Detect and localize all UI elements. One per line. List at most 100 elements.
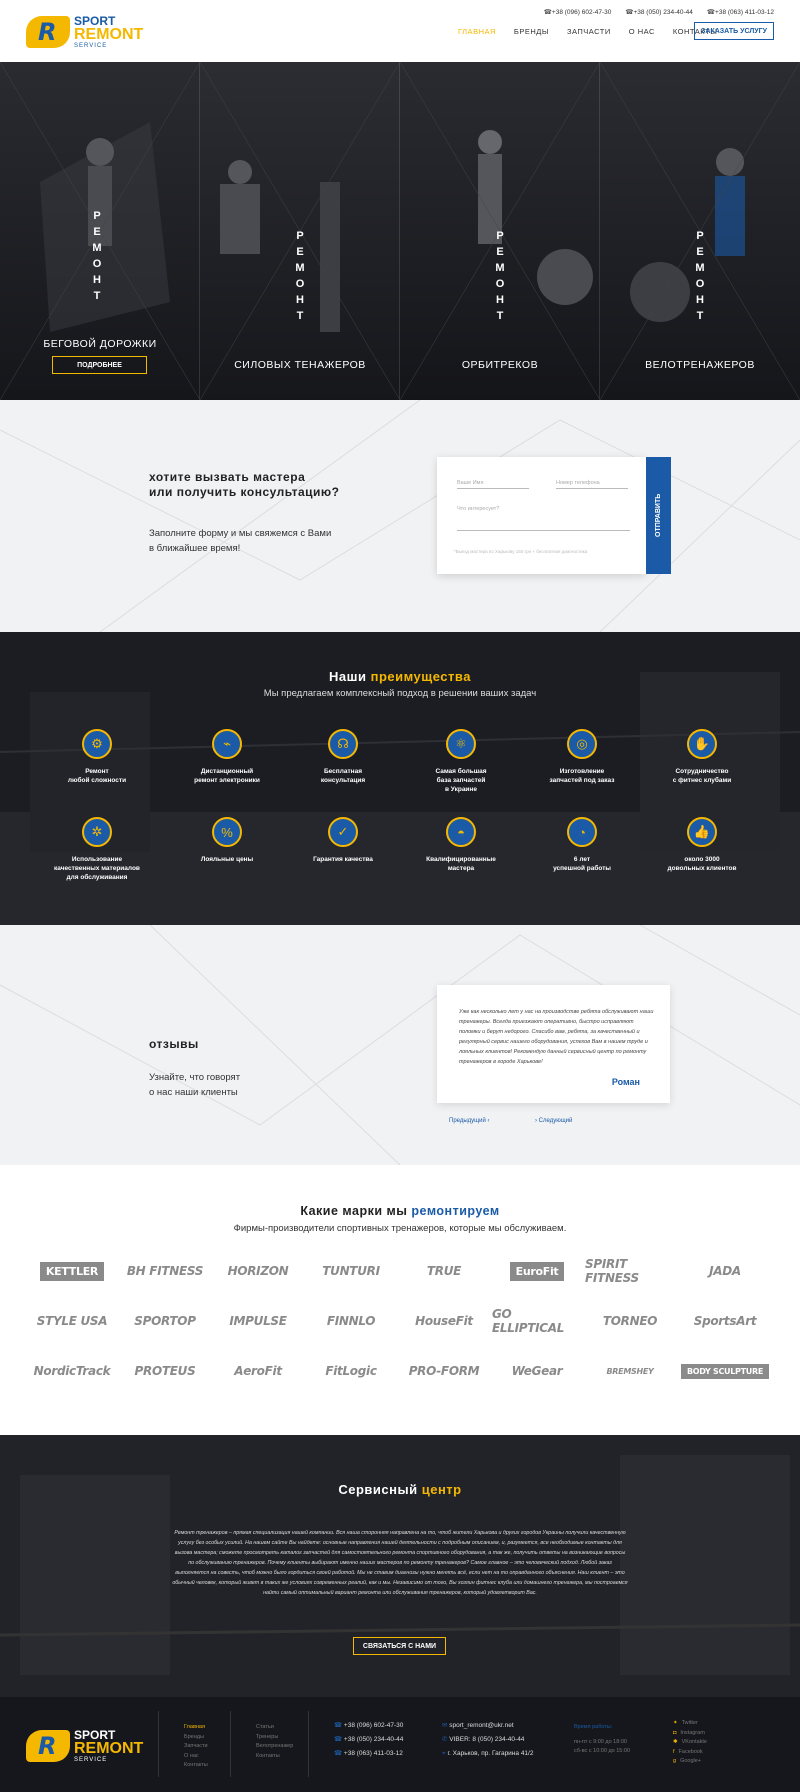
footer-phone[interactable]: ☎ +38 (096) 602-47-30 (334, 1719, 403, 1733)
brand-logo[interactable]: BH FITNESS (120, 1253, 210, 1289)
google-plus-icon: g (673, 1758, 677, 1764)
speedometer-icon: ◔ (567, 817, 597, 847)
brand-name: AeroFit (234, 1364, 282, 1378)
brand-logo[interactable]: AeroFit (213, 1353, 303, 1389)
hero-panel-strength[interactable]: РЕМОНТ СИЛОВЫХ ТЕНАЖЕРОВ (200, 62, 400, 400)
hours-title: Время работы: (574, 1724, 613, 1730)
contact-us-button[interactable]: СВЯЗАТЬСЯ С НАМИ (353, 1637, 446, 1655)
site-footer: R SPORT REMONT SERVICE Главная Бренды За… (0, 1697, 800, 1792)
footer-link[interactable]: Главная (184, 1723, 208, 1733)
phone-1[interactable]: +38 (096) 602-47-30 (544, 8, 611, 16)
footer-link[interactable]: Статьи (256, 1723, 293, 1733)
brand-logo[interactable]: KETTLER (27, 1253, 117, 1289)
brand-logo[interactable]: GO ELLIPTICAL (492, 1303, 582, 1339)
footer-link[interactable]: Велотренажер (256, 1742, 293, 1752)
order-service-button[interactable]: ЗАКАЗАТЬ УСЛУГУ (694, 22, 774, 40)
hero-repair-word: РЕМОНТ (494, 230, 506, 326)
advantage-line2: ремонт электроники (194, 777, 260, 784)
divider (158, 1711, 159, 1777)
brand-name: WeGear (511, 1364, 563, 1378)
footer-phone[interactable]: ☎ +38 (063) 411-03-12 (334, 1747, 403, 1761)
brand-name: TUNTURI (322, 1264, 380, 1278)
social-link[interactable]: ✦ Twitter (673, 1719, 711, 1729)
footer-link[interactable]: Контакты (256, 1752, 293, 1762)
instagram-icon: ◘ (673, 1729, 677, 1736)
coil-icon: ◎ (567, 729, 597, 759)
footer-link[interactable]: Запчасти (184, 1742, 208, 1752)
nav-home[interactable]: ГЛАВНАЯ (458, 27, 496, 36)
brand-logo[interactable]: FitLogic (306, 1353, 396, 1389)
send-button[interactable]: ОТПРАВИТЬ (646, 457, 671, 574)
social-link[interactable]: g Google+ (673, 1757, 711, 1767)
brands-title-b: ремонтируем (411, 1204, 500, 1218)
brand-logo[interactable]: HouseFit (399, 1303, 489, 1339)
brand-logo[interactable]: STYLE USA (27, 1303, 117, 1339)
advantage-line2: с фитнес клубами (672, 777, 732, 784)
footer-logo[interactable]: R SPORT REMONT SERVICE (26, 1729, 143, 1763)
more-button[interactable]: ПОДРОБНЕЕ (52, 356, 147, 374)
logo-line2: REMONT (74, 26, 144, 43)
brand-logo[interactable]: PROTEUS (120, 1353, 210, 1389)
brand-logo[interactable]: TORNEO (585, 1303, 675, 1339)
footer-email[interactable]: ✉ sport_remont@ukr.net (442, 1719, 533, 1733)
brand-name: BREMSHEY (606, 1366, 654, 1376)
hero-panel-treadmill[interactable]: РЕМОНТ БЕГОВОЙ ДОРОЖКИ ПОДРОБНЕЕ (0, 62, 200, 400)
footer-link[interactable]: Контакты (184, 1761, 208, 1771)
social-link[interactable]: ✱ VKontakte (673, 1738, 711, 1748)
brand-logo[interactable]: EuroFit (492, 1253, 582, 1289)
brand-name: STYLE USA (36, 1314, 108, 1328)
brand-logo[interactable]: BODY SCULPTURE (680, 1353, 770, 1389)
hero-panel-elliptical[interactable]: РЕМОНТ ОРБИТРЕКОВ (400, 62, 600, 400)
brand-logo[interactable]: SPORTOP (120, 1303, 210, 1339)
prev-label: Предыдущий (449, 1118, 486, 1124)
brand-logo[interactable]: FINNLO (306, 1303, 396, 1339)
brand-logo[interactable]: NordicTrack (27, 1353, 117, 1389)
footer-hours: Время работы: пн-пт с 9:00 до 18:00 сб-в… (574, 1723, 630, 1757)
advantages-subtitle: Мы предлагаем комплексный подход в решен… (263, 688, 537, 699)
consult-sub-line2: в ближайшее время! (149, 543, 241, 554)
consult-sub-line1: Заполните форму и мы свяжемся с Вами (149, 528, 332, 539)
hero-panel-bike[interactable]: РЕМОНТ ВЕЛОТРЕНАЖЕРОВ (600, 62, 800, 400)
social-link[interactable]: ◘ Instagram (673, 1729, 711, 1739)
brand-logo[interactable]: SPIRIT FITNESS (585, 1253, 675, 1289)
nav-about[interactable]: О НАС (629, 27, 655, 36)
brand-name: IMPULSE (229, 1314, 287, 1328)
phone-3[interactable]: +38 (063) 411-03-12 (707, 8, 774, 16)
brand-logo[interactable]: TRUE (399, 1253, 489, 1289)
nav-brands[interactable]: БРЕНДЫ (514, 27, 549, 36)
brand-logo[interactable]: IMPULSE (213, 1303, 303, 1339)
name-input[interactable]: Ваше Имя (457, 480, 529, 489)
brand-logo[interactable]: PRO-FORM (399, 1353, 489, 1389)
advantage-item: ✓ Гарантия качества (293, 817, 393, 864)
consult-title-line2: или получить консультацию? (149, 485, 340, 499)
reviews-sub-line2: о нас наши клиенты (149, 1087, 238, 1098)
footer-link[interactable]: Бренды (184, 1733, 208, 1743)
brand-logo[interactable]: HORIZON (213, 1253, 303, 1289)
phone-2[interactable]: +38 (050) 234-40-44 (625, 8, 692, 16)
interest-input[interactable]: Что интересует? (457, 506, 630, 531)
advantages-section: Наши преимущества Мы предлагаем комплекс… (0, 632, 800, 925)
footer-phone[interactable]: ☎ +38 (050) 234-40-44 (334, 1733, 403, 1747)
advantage-item: ⚙ Ремонт любой сложности (47, 729, 147, 785)
brand-logo[interactable]: JADA (680, 1253, 770, 1289)
footer-link[interactable]: О нас (184, 1752, 208, 1762)
site-header: R SPORT REMONT SERVICE +38 (096) 602-47-… (0, 0, 800, 62)
phone-icon: ☎ (334, 1722, 344, 1729)
brand-logo[interactable]: TUNTURI (306, 1253, 396, 1289)
brand-logo[interactable]: BREMSHEY (585, 1353, 675, 1389)
next-review-button[interactable]: › Следующий (535, 1118, 572, 1124)
social-label: Twitter (681, 1720, 698, 1726)
phone-input[interactable]: Номер телефона (556, 480, 628, 489)
prev-review-button[interactable]: Предыдущий ‹ (449, 1118, 489, 1124)
nav-parts[interactable]: ЗАПЧАСТИ (567, 27, 611, 36)
reviews-section: отзывы Узнайте, что говорят о нас наши к… (0, 925, 800, 1165)
footer-social: ✦ Twitter ◘ Instagram ✱ VKontakte f Facebook… (673, 1719, 711, 1767)
social-link[interactable]: f Facebook (673, 1748, 711, 1758)
logo[interactable]: R SPORT REMONT SERVICE (26, 15, 143, 49)
footer-viber[interactable]: ✆ VIBER: 8 (050) 234-40-44 (442, 1733, 533, 1747)
brand-name: SPORTOP (134, 1314, 196, 1328)
logo-mark-icon: R (26, 16, 70, 48)
brand-logo[interactable]: WeGear (492, 1353, 582, 1389)
brand-logo[interactable]: SportsArt (680, 1303, 770, 1339)
footer-link[interactable]: Тренеры (256, 1733, 293, 1743)
